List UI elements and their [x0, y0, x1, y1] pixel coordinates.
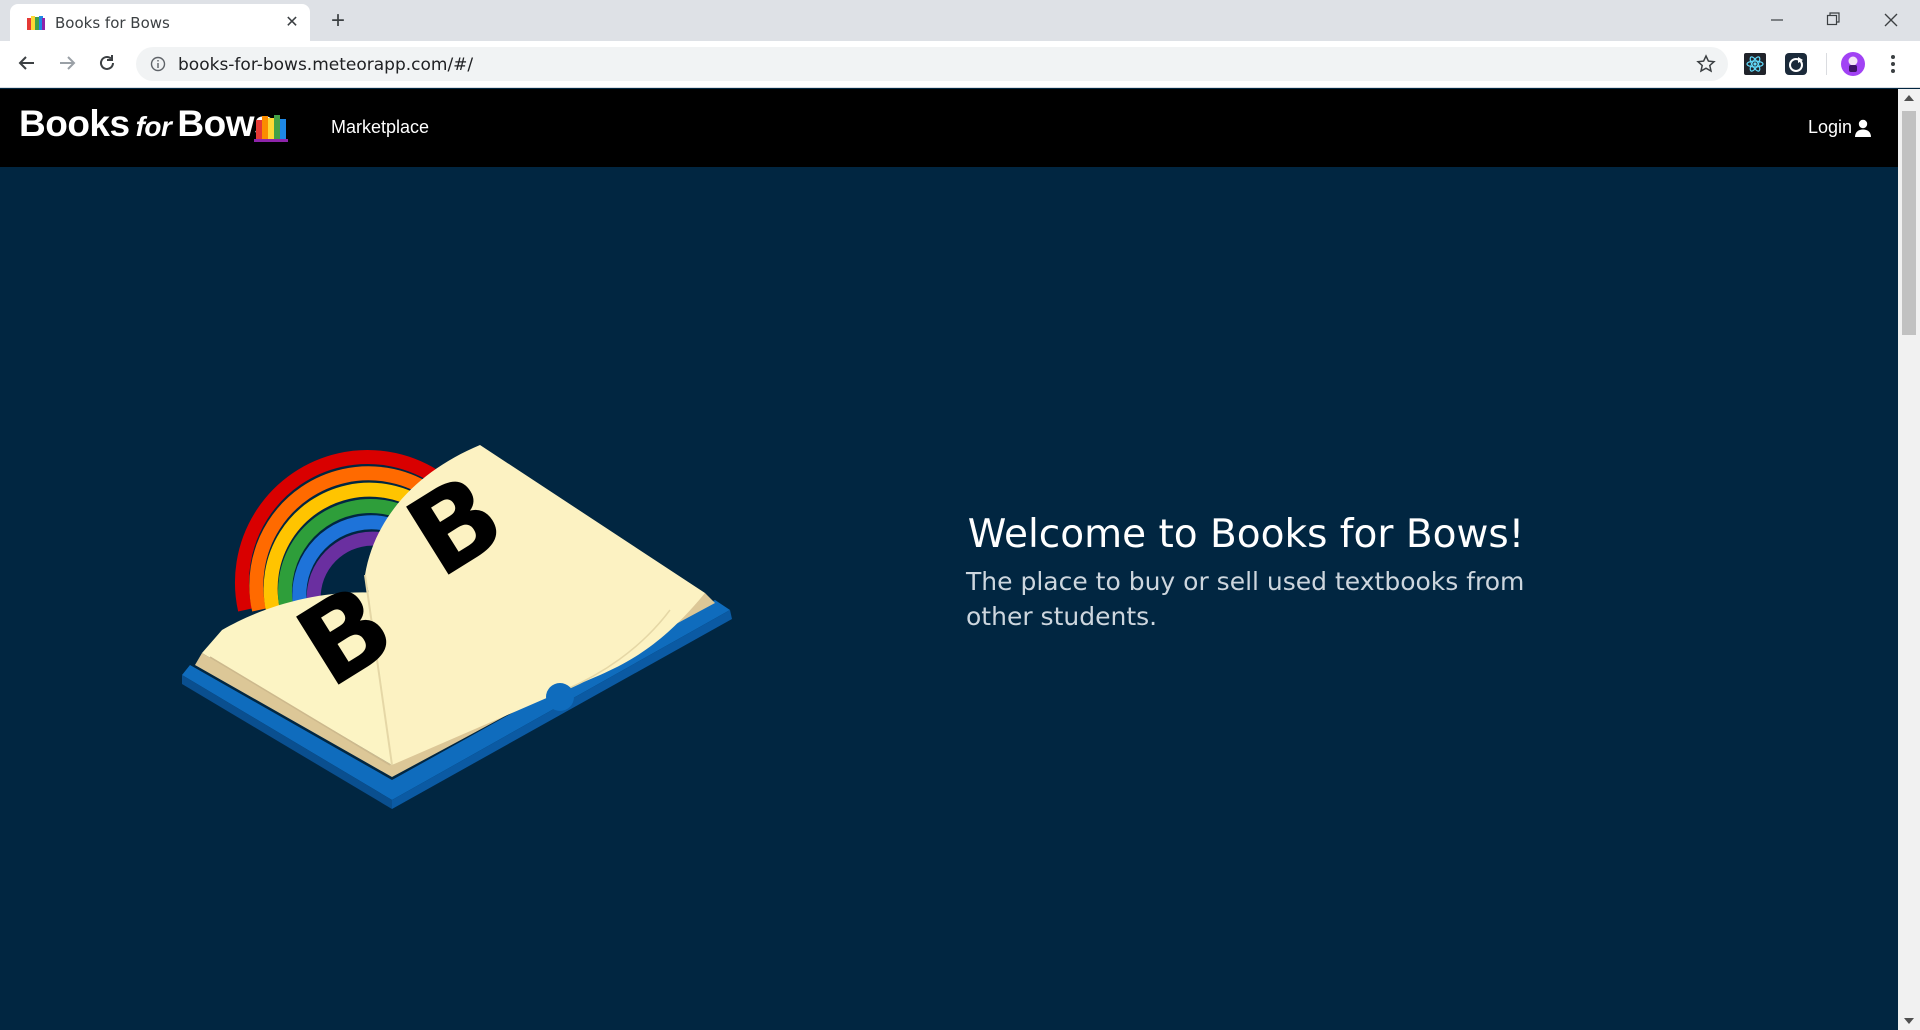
profile-avatar-icon[interactable]: [1840, 51, 1866, 77]
back-arrow-icon[interactable]: [14, 52, 40, 78]
tab-close-icon[interactable]: ✕: [282, 13, 302, 33]
brand-logo[interactable]: Books for Bows: [19, 103, 275, 145]
hero-text-block: Welcome to Books for Bows! The place to …: [966, 500, 1526, 634]
scroll-thumb[interactable]: [1902, 111, 1916, 335]
hero-title: Welcome to Books for Bows!: [967, 512, 1525, 557]
star-icon[interactable]: [1696, 54, 1716, 74]
tab-title: Books for Bows: [55, 14, 170, 32]
url-text[interactable]: books-for-bows.meteorapp.com/#/: [178, 55, 473, 75]
react-devtools-icon[interactable]: [1742, 51, 1768, 77]
close-icon[interactable]: [1866, 6, 1916, 34]
toolbar-divider: [1826, 53, 1827, 75]
forward-arrow-icon[interactable]: [54, 52, 80, 78]
new-tab-button[interactable]: +: [325, 8, 351, 34]
books-logo-icon: [254, 115, 288, 142]
books-favicon-icon: [27, 16, 45, 30]
address-bar[interactable]: books-for-bows.meteorapp.com/#/: [136, 47, 1728, 81]
nav-marketplace-link[interactable]: Marketplace: [331, 117, 429, 138]
info-icon[interactable]: [150, 56, 166, 72]
brand-text-for: for: [135, 111, 172, 142]
hero-subtitle: The place to buy or sell used textbooks …: [966, 567, 1525, 631]
minimize-icon[interactable]: [1752, 6, 1802, 34]
browser-tab[interactable]: Books for Bows ✕: [10, 4, 310, 41]
restore-icon[interactable]: [1808, 6, 1858, 34]
rainbow-book-illustration: B B: [182, 445, 732, 809]
site-navbar: Books for Bows Marketplace Login: [0, 89, 1898, 167]
browser-toolbar: books-for-bows.meteorapp.com/#/: [0, 41, 1920, 88]
page-scrollbar[interactable]: [1898, 89, 1920, 1030]
scroll-down-arrow-icon[interactable]: [1904, 1018, 1914, 1024]
login-link[interactable]: Login: [1808, 117, 1872, 138]
scroll-up-arrow-icon[interactable]: [1904, 95, 1914, 101]
kebab-menu-icon[interactable]: [1880, 51, 1906, 77]
reload-icon[interactable]: [94, 52, 120, 78]
user-icon: [1855, 119, 1871, 137]
browser-tabstrip: Books for Bows ✕ +: [0, 0, 1920, 41]
extension-icon[interactable]: [1783, 51, 1809, 77]
login-label: Login: [1807, 117, 1852, 137]
brand-text-books: Books: [19, 103, 130, 144]
